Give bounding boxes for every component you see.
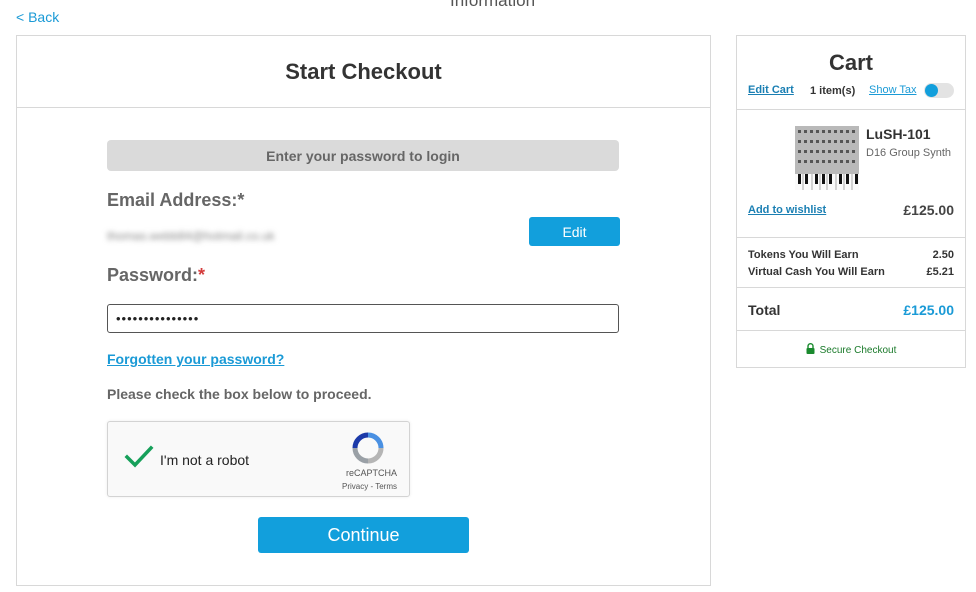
total-label: Total [748, 302, 781, 318]
cart-item-count: 1 item(s) [810, 85, 856, 97]
edit-email-button[interactable]: Edit [529, 217, 620, 246]
secure-checkout-label: Secure Checkout [819, 344, 897, 356]
add-to-wishlist-link[interactable]: Add to wishlist [748, 204, 826, 216]
rewards-value: £5.21 [926, 266, 954, 278]
divider [737, 237, 965, 238]
email-label: Email Address:* [107, 190, 245, 210]
email-value: thomas.webb84@hotmail.co.uk [107, 229, 275, 243]
product-thumbnail[interactable] [795, 126, 859, 190]
required-mark: * [198, 265, 206, 285]
divider [737, 330, 965, 331]
product-name[interactable]: LuSH-101 [866, 126, 931, 142]
recaptcha-logo-icon [352, 432, 384, 464]
divider [737, 287, 965, 288]
recaptcha-widget: I'm not a robot reCAPTCHA Privacy - Term… [107, 421, 410, 497]
checkout-header: Start Checkout [17, 36, 710, 108]
edit-cart-link[interactable]: Edit Cart [748, 84, 794, 96]
checkout-panel: Start Checkout Enter your password to lo… [16, 35, 711, 586]
captcha-instruction: Please check the box below to proceed. [107, 386, 372, 402]
product-subtitle: D16 Group Synth [866, 147, 951, 159]
back-link[interactable]: < Back [16, 9, 59, 25]
rewards-row-virtual-cash: Virtual Cash You Will Earn £5.21 [748, 266, 954, 278]
checkout-title: Start Checkout [285, 58, 442, 84]
show-tax-toggle[interactable] [924, 83, 954, 98]
rewards-row-tokens: Tokens You Will Earn 2.50 [748, 249, 954, 261]
captcha-label: I'm not a robot [160, 452, 250, 468]
page-heading-partial: Information [450, 0, 536, 10]
divider [737, 109, 965, 110]
password-label-text: Password: [107, 265, 199, 285]
show-tax-link[interactable]: Show Tax [869, 84, 917, 96]
continue-button[interactable]: Continue [258, 517, 469, 553]
captcha-privacy-terms[interactable]: Privacy - Terms [342, 482, 397, 491]
lock-icon [806, 343, 820, 357]
captcha-checkmark-icon[interactable] [124, 444, 154, 470]
secure-checkout: Secure Checkout [737, 343, 965, 357]
cart-title: Cart [828, 50, 873, 75]
total-value: £125.00 [903, 302, 954, 318]
rewards-label: Tokens You Will Earn [748, 249, 859, 261]
password-label: Password:* [107, 265, 205, 286]
forgot-password-link[interactable]: Forgotten your password? [107, 351, 284, 367]
toggle-knob [925, 84, 938, 97]
cart-panel: Cart Edit Cart 1 item(s) Show Tax LuSH-1… [736, 35, 966, 368]
rewards-label: Virtual Cash You Will Earn [748, 266, 885, 278]
login-banner: Enter your password to login [107, 140, 619, 171]
password-input[interactable] [107, 304, 619, 333]
captcha-brand: reCAPTCHA [345, 468, 397, 478]
rewards-value: 2.50 [932, 249, 954, 261]
product-price: £125.00 [903, 202, 954, 218]
